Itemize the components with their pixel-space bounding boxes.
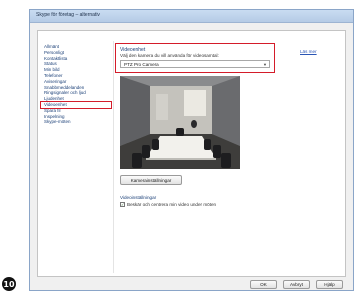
crop-video-checkbox[interactable]: ✓ [120,202,125,207]
meeting-room-image [120,76,240,169]
video-device-description: Välj den kamera du vill använda för vide… [120,53,219,58]
options-nav-list: Allmänt Personligt Kontaktlista Status M… [40,44,112,125]
help-button[interactable]: Hjälp [316,280,343,289]
video-settings-heading: Videoinställningar [120,195,157,200]
nav-item-skype-moten[interactable]: Skype-möten [41,119,111,125]
video-device-group: Videoenhet Välj den kamera du vill använ… [115,43,275,73]
step-number-badge: 10 [2,277,16,291]
camera-select-value: PTZ Pro Camera [124,61,159,67]
crop-video-option[interactable]: ✓ Beskär och centrera min video under mö… [120,202,216,207]
camera-preview [120,76,240,169]
dialog-client-area: Allmänt Personligt Kontaktlista Status M… [37,30,346,277]
title-bar[interactable]: Skype för företag – alternativ [30,10,353,23]
camera-select[interactable]: PTZ Pro Camera ▼ [120,60,270,68]
help-link[interactable]: Läs mer [300,49,317,54]
ok-button[interactable]: OK [250,280,277,289]
options-dialog: Skype för företag – alternativ Allmänt P… [29,9,354,291]
window-title: Skype för företag – alternativ [36,12,100,18]
camera-settings-button[interactable]: Kamerainställningar [120,175,182,185]
chevron-down-icon: ▼ [263,62,267,67]
crop-video-label: Beskär och centrera min video under möte… [127,202,217,207]
cancel-button[interactable]: Avbryt [283,280,310,289]
nav-divider [113,41,114,273]
